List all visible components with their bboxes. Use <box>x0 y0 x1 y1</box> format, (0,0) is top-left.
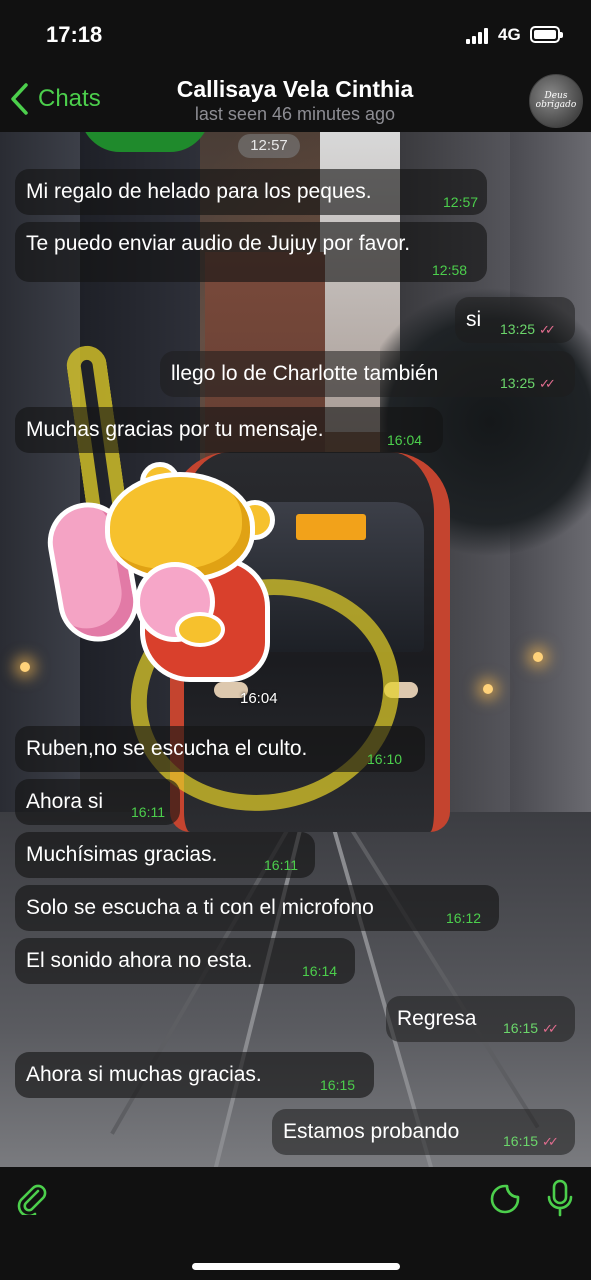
message-text: Regresa <box>397 1007 477 1030</box>
message-bubble-incoming[interactable]: Muchísimas gracias. 16:11 <box>15 832 315 878</box>
date-pill: 12:57 <box>238 134 300 158</box>
message-bubble-incoming[interactable]: Mi regalo de helado para los peques. 12:… <box>15 169 487 215</box>
message-time: 16:12 <box>446 910 482 926</box>
network-type: 4G <box>498 25 521 44</box>
message-time: 16:04 <box>387 432 423 448</box>
sticker-paw <box>175 612 225 647</box>
message-text: Estamos probando <box>283 1120 460 1143</box>
message-text: Muchas gracias por tu mensaje. <box>26 418 324 441</box>
microphone-icon[interactable] <box>545 1179 575 1217</box>
message-bubble-incoming[interactable]: Muchas gracias por tu mensaje. 16:04 <box>15 407 443 453</box>
tram-sign <box>296 514 366 540</box>
message-time: 16:15 <box>503 1133 539 1149</box>
message-bubble-incoming[interactable]: Ruben,no se escucha el culto. 16:10 <box>15 726 425 772</box>
back-button[interactable]: Chats <box>10 82 101 116</box>
message-time: 16:15 <box>503 1020 539 1036</box>
message-bubble-outgoing[interactable]: Regresa 16:15 ✓✓ <box>386 996 575 1042</box>
message-time: 16:10 <box>367 751 403 767</box>
contact-name[interactable]: Callisaya Vela Cinthia <box>120 76 470 103</box>
sticker-icon[interactable] <box>489 1183 521 1215</box>
message-text: Te puedo enviar audio de Jujuy por favor… <box>26 232 411 255</box>
status-time: 17:18 <box>46 22 103 47</box>
message-time: 16:15 <box>320 1077 356 1093</box>
pooh-sticker[interactable] <box>41 462 275 687</box>
street-lamp <box>533 652 543 662</box>
contact-avatar[interactable]: Deus obrigado <box>529 74 583 128</box>
street-lamp <box>483 684 493 694</box>
chevron-left-icon <box>11 83 28 115</box>
signal-icon <box>466 28 490 44</box>
chat-header: Chats Callisaya Vela Cinthia last seen 4… <box>0 70 591 132</box>
message-time: 16:11 <box>131 804 165 820</box>
status-bar: 17:18 4G <box>0 0 591 70</box>
message-text: Ruben,no se escucha el culto. <box>26 737 308 760</box>
message-text: Ahora si muchas gracias. <box>26 1063 262 1086</box>
message-time: 12:57 <box>443 194 479 210</box>
message-bubble-outgoing[interactable]: si 13:25 ✓✓ <box>455 297 575 343</box>
message-bubble-incoming[interactable]: Solo se escucha a ti con el microfono 16… <box>15 885 499 931</box>
read-receipt-icon: ✓✓ <box>542 1021 559 1036</box>
message-time-group: 16:15 ✓✓ <box>503 1133 559 1149</box>
message-bubble-incoming[interactable]: Te puedo enviar audio de Jujuy por favor… <box>15 222 487 282</box>
message-bubble-incoming[interactable]: Ahora si 16:11 <box>15 779 180 825</box>
message-text: Solo se escucha a ti con el microfono <box>26 896 374 919</box>
read-receipt-icon: ✓✓ <box>542 1134 559 1149</box>
message-bubble-incoming[interactable]: Ahora si muchas gracias. 16:15 <box>15 1052 374 1098</box>
message-text: llego lo de Charlotte también <box>171 362 439 385</box>
message-bubble-incoming[interactable]: El sonido ahora no esta. 16:14 <box>15 938 355 984</box>
message-bubble-outgoing[interactable]: Estamos probando 16:15 ✓✓ <box>272 1109 575 1155</box>
message-time: 13:25 <box>500 321 536 337</box>
battery-icon <box>530 26 563 43</box>
message-input-bar <box>0 1167 591 1280</box>
message-time-group: 13:25 ✓✓ <box>500 321 556 337</box>
message-time: 12:58 <box>432 262 468 278</box>
message-time: 16:14 <box>302 963 338 979</box>
message-text: si <box>466 308 482 331</box>
message-text: Mi regalo de helado para los peques. <box>26 180 372 203</box>
message-time-group: 16:15 ✓✓ <box>503 1020 559 1036</box>
street-lamp <box>20 662 30 672</box>
message-text: El sonido ahora no esta. <box>26 949 253 972</box>
message-time: 13:25 <box>500 375 536 391</box>
message-text: Muchísimas gracias. <box>26 843 218 866</box>
sticker-time: 16:04 <box>240 690 278 707</box>
read-receipt-icon: ✓✓ <box>539 376 556 391</box>
read-receipt-icon: ✓✓ <box>539 322 556 337</box>
last-seen-status: last seen 46 minutes ago <box>194 104 396 124</box>
message-text: Ahora si <box>26 790 104 813</box>
message-bubble-outgoing[interactable]: llego lo de Charlotte también 13:25 ✓✓ <box>160 351 575 397</box>
message-time: 16:11 <box>264 857 298 873</box>
avatar-text: Deus obrigado <box>535 91 577 110</box>
home-indicator[interactable] <box>192 1263 400 1270</box>
paperclip-icon[interactable] <box>14 1181 48 1215</box>
message-time-group: 13:25 ✓✓ <box>500 375 556 391</box>
back-label: Chats <box>38 85 101 112</box>
